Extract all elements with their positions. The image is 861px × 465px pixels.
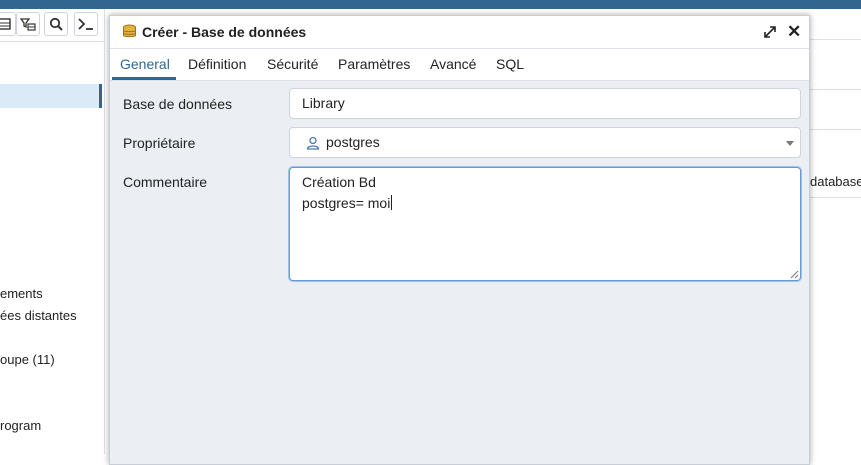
search-icon[interactable]	[44, 12, 68, 36]
database-name-label: Base de données	[123, 96, 232, 112]
active-tab-indicator	[112, 77, 176, 80]
create-database-dialog: Créer - Base de données ✕ General Défini…	[109, 15, 810, 465]
maximize-icon[interactable]	[763, 25, 777, 39]
tab-advanced[interactable]: Avancé	[430, 56, 476, 72]
divider	[810, 197, 861, 198]
background-content-panel: database	[810, 9, 861, 454]
tab-security[interactable]: Sécurité	[267, 56, 318, 72]
dialog-title: Créer - Base de données	[142, 24, 307, 40]
divider	[810, 129, 861, 130]
text-cursor	[391, 195, 393, 210]
database-name-input[interactable]: Library	[289, 88, 801, 119]
comment-line: postgres= moi	[302, 195, 391, 211]
divider	[810, 89, 861, 90]
tab-general[interactable]: General	[120, 56, 170, 72]
resize-grip-icon[interactable]	[790, 270, 799, 279]
comment-line-with-cursor: postgres= moi	[302, 195, 393, 211]
dialog-tabs: General Définition Sécurité Paramètres A…	[110, 49, 809, 81]
table-icon[interactable]	[0, 12, 16, 36]
comment-textarea[interactable]: Création Bd postgres= moi	[289, 167, 801, 281]
selected-tree-row[interactable]	[0, 84, 101, 108]
browser-panel: ements ées distantes oupe (11) rogram	[0, 9, 105, 454]
comment-label: Commentaire	[123, 174, 208, 190]
tab-definition[interactable]: Définition	[188, 56, 246, 72]
tree-item[interactable]: ées distantes	[0, 308, 77, 323]
filter-table-icon[interactable]	[16, 12, 40, 36]
user-icon	[306, 136, 320, 150]
tab-sql[interactable]: SQL	[496, 56, 524, 72]
database-icon	[123, 24, 136, 38]
tab-parameters[interactable]: Paramètres	[338, 56, 410, 72]
chevron-down-icon[interactable]	[786, 141, 794, 146]
browser-toolbar	[0, 9, 104, 42]
tree-item[interactable]: rogram	[0, 418, 41, 433]
owner-label: Propriétaire	[123, 135, 196, 151]
divider	[810, 39, 861, 40]
owner-select[interactable]: postgres	[289, 127, 801, 158]
selected-row-indicator	[99, 84, 102, 108]
terminal-icon[interactable]	[74, 12, 98, 36]
background-table-cell: database	[810, 174, 861, 189]
owner-value: postgres	[326, 134, 380, 150]
comment-line: Création Bd	[302, 174, 376, 190]
tree-item[interactable]: ements	[0, 286, 43, 301]
close-icon[interactable]: ✕	[787, 23, 801, 40]
dialog-header[interactable]: Créer - Base de données ✕	[110, 16, 809, 49]
database-name-value: Library	[302, 95, 345, 111]
app-top-bar	[0, 0, 861, 9]
tree-item[interactable]: oupe (11)	[0, 352, 55, 367]
